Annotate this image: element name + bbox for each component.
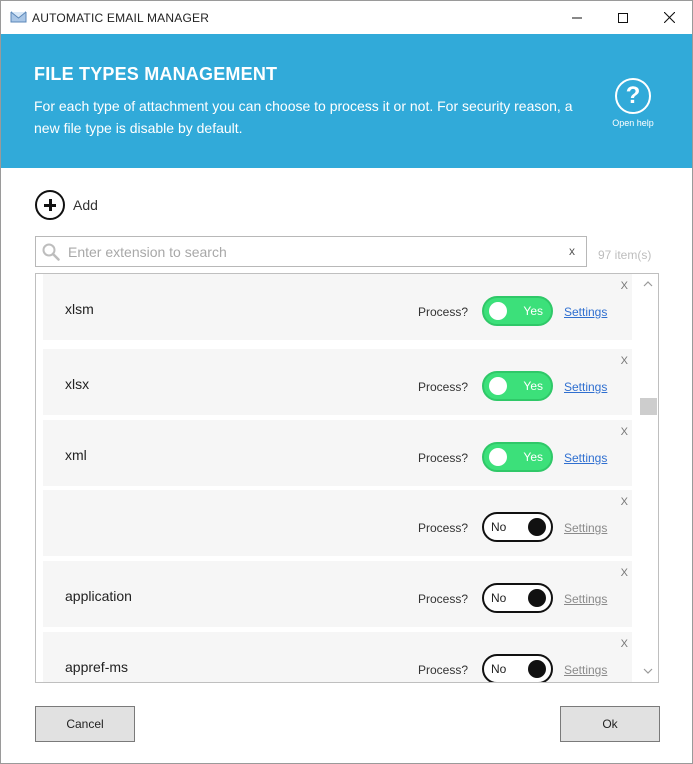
process-toggle[interactable]: No xyxy=(482,583,553,613)
header-banner: FILE TYPES MANAGEMENT For each type of a… xyxy=(1,34,692,168)
extension-name: xlsx xyxy=(65,376,90,392)
search-input[interactable] xyxy=(68,241,558,263)
remove-item-button[interactable]: X xyxy=(621,638,628,650)
scroll-down-icon[interactable] xyxy=(643,667,653,675)
item-count: 97 item(s) xyxy=(598,248,652,262)
settings-link[interactable]: Settings xyxy=(564,380,607,394)
toggle-knob xyxy=(489,302,507,320)
cancel-button[interactable]: Cancel xyxy=(35,706,135,742)
add-label: Add xyxy=(73,197,98,213)
toggle-knob xyxy=(528,589,546,607)
page-description: For each type of attachment you can choo… xyxy=(34,98,573,136)
toggle-label: No xyxy=(491,662,507,676)
remove-item-button[interactable]: X xyxy=(621,280,628,292)
extension-name: xlsm xyxy=(65,301,94,317)
list-item: Xxlsm Process? Yes Settings xyxy=(43,274,632,340)
process-label: Process? xyxy=(418,451,469,465)
list-item: Xapplication Process? No Settings xyxy=(43,561,632,627)
toggle-label: Yes xyxy=(523,379,543,393)
remove-item-button[interactable]: X xyxy=(621,496,628,508)
minimize-button[interactable] xyxy=(554,1,600,34)
scrollbar-thumb[interactable] xyxy=(640,398,657,415)
extension-name: application xyxy=(65,588,132,604)
settings-link[interactable]: Settings xyxy=(564,592,607,606)
maximize-icon xyxy=(618,12,628,23)
process-toggle[interactable]: Yes xyxy=(482,296,553,326)
window-title: AUTOMATIC EMAIL MANAGER xyxy=(32,11,210,25)
toggle-label: No xyxy=(491,591,507,605)
toggle-knob xyxy=(489,377,507,395)
toggle-knob xyxy=(528,660,546,678)
search-clear-button[interactable]: x xyxy=(569,244,575,258)
maximize-button[interactable] xyxy=(600,1,646,34)
process-toggle[interactable]: No xyxy=(482,512,553,542)
process-toggle[interactable]: Yes xyxy=(482,442,553,472)
settings-link[interactable]: Settings xyxy=(564,663,607,677)
list-scrollbar[interactable] xyxy=(639,274,658,682)
list-item: Xxlsx Process? Yes Settings xyxy=(43,349,632,415)
list-item: Xxml Process? Yes Settings xyxy=(43,420,632,486)
ok-button[interactable]: Ok xyxy=(560,706,660,742)
remove-item-button[interactable]: X xyxy=(621,426,628,438)
page-title: FILE TYPES MANAGEMENT xyxy=(34,64,278,84)
scroll-up-icon[interactable] xyxy=(643,280,653,288)
app-window: AUTOMATIC EMAIL MANAGER FILE TYPES MANAG… xyxy=(0,0,693,764)
minimize-icon xyxy=(572,17,582,18)
process-label: Process? xyxy=(418,521,469,535)
process-toggle[interactable]: Yes xyxy=(482,371,553,401)
file-type-list: Xxlsm Process? Yes Settings Xxlsx Process? Yes… xyxy=(35,273,659,683)
remove-item-button[interactable]: X xyxy=(621,355,628,367)
search-box: x xyxy=(35,236,587,267)
app-envelope-icon xyxy=(10,11,27,23)
settings-link[interactable]: Settings xyxy=(564,305,607,319)
extension-name: xml xyxy=(65,447,87,463)
process-label: Process? xyxy=(418,380,469,394)
toggle-label: No xyxy=(491,520,507,534)
process-label: Process? xyxy=(418,592,469,606)
close-window-button[interactable] xyxy=(646,1,692,34)
toggle-label: Yes xyxy=(523,450,543,464)
open-help-button[interactable]: ? Open help xyxy=(605,78,661,128)
settings-link[interactable]: Settings xyxy=(564,521,607,535)
process-label: Process? xyxy=(418,663,469,677)
extension-name: appref-ms xyxy=(65,659,129,675)
settings-link[interactable]: Settings xyxy=(564,451,607,465)
remove-item-button[interactable]: X xyxy=(621,567,628,579)
search-icon xyxy=(42,243,60,261)
title-bar[interactable]: AUTOMATIC EMAIL MANAGER xyxy=(1,1,692,34)
list-item: X Process? No Settings xyxy=(43,490,632,556)
help-label: Open help xyxy=(612,118,654,128)
toggle-knob xyxy=(489,448,507,466)
list-item: Xappref-ms Process? No Settings xyxy=(43,632,632,682)
close-icon xyxy=(663,12,675,23)
add-button[interactable]: Add xyxy=(35,190,98,220)
help-icon: ? xyxy=(615,78,651,114)
plus-circle-icon xyxy=(35,190,65,220)
toggle-label: Yes xyxy=(523,304,543,318)
process-label: Process? xyxy=(418,305,469,319)
process-toggle[interactable]: No xyxy=(482,654,553,682)
toggle-knob xyxy=(528,518,546,536)
